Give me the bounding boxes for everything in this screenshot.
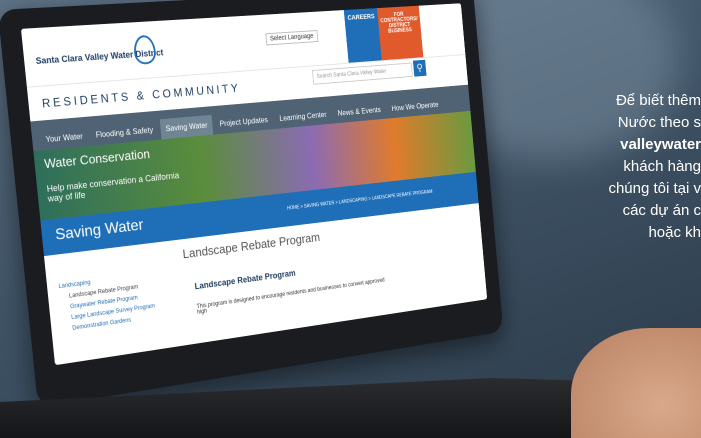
overlay-line: hoặc kh — [536, 222, 701, 244]
overlay-line: Để biết thêm — [536, 90, 701, 112]
hand — [571, 328, 701, 438]
search-icon[interactable]: ⚲ — [413, 60, 427, 77]
overlay-line: valleywater — [536, 134, 701, 156]
laptop-screen: Santa Clara Valley Water District Select… — [21, 3, 487, 365]
language-select[interactable]: Select Language — [265, 30, 318, 45]
careers-button[interactable]: CAREERS — [344, 8, 382, 63]
overlay-text: Để biết thêm Nước theo s valleywater khá… — [536, 90, 701, 244]
contractors-label: FOR CONTRACTORS/ DISTRICT BUSINESS — [380, 12, 418, 35]
overlay-line: khách hàng — [536, 156, 701, 178]
section-title: RESIDENTS & COMMUNITY — [41, 81, 241, 110]
overlay-line: Nước theo s — [536, 112, 701, 134]
laptop-lid: Santa Clara Valley Water District Select… — [0, 0, 503, 408]
hero-title: Water Conservation — [44, 146, 151, 171]
page-title: Saving Water — [54, 217, 144, 245]
water-drop-logo-icon — [133, 35, 157, 65]
hero-subtitle: Help make conservation a California way … — [46, 170, 185, 204]
content-heading: Landscape Rebate Program — [194, 268, 296, 291]
overlay-line: các dự án c — [536, 200, 701, 222]
contractors-button[interactable]: FOR CONTRACTORS/ DISTRICT BUSINESS — [377, 6, 423, 61]
careers-label: CAREERS — [347, 14, 375, 22]
overlay-line: chúng tôi tại v — [536, 178, 701, 200]
search-input[interactable]: Search Santa Clara Valley Water — [312, 63, 413, 85]
sidebar: Landscaping Landscape Rebate Program Gra… — [58, 268, 173, 336]
breadcrumb[interactable]: HOME > SAVING WATER > LANDSCAPING > LAND… — [287, 189, 433, 211]
